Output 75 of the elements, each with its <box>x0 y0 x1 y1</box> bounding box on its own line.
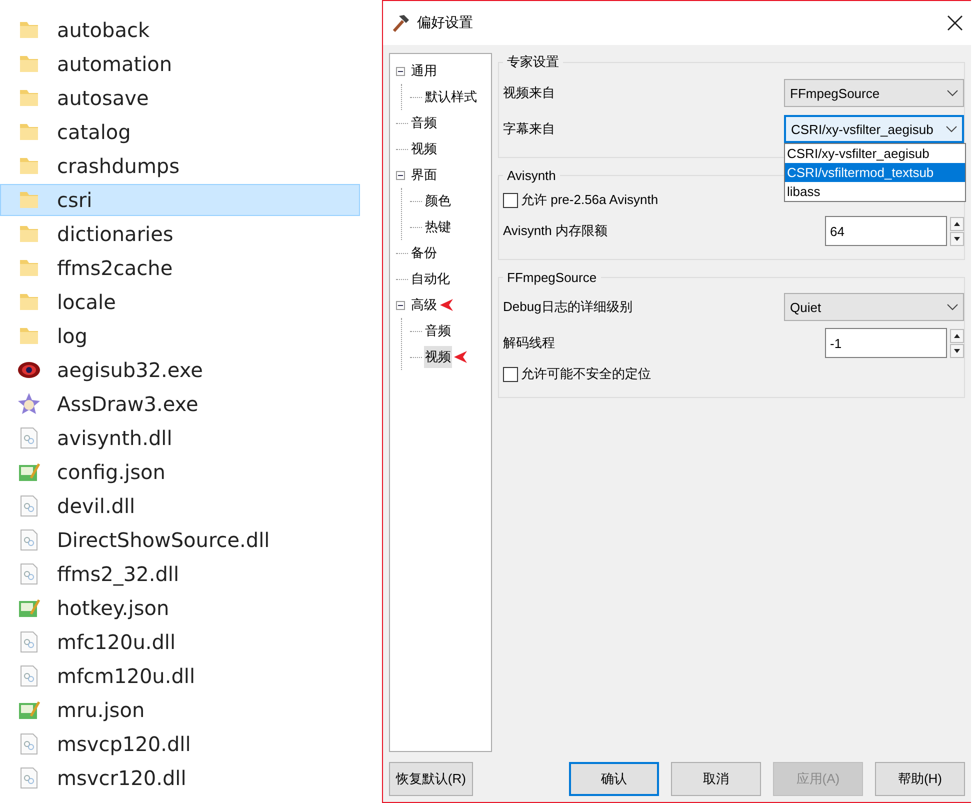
tree-item[interactable]: 视频 <box>424 346 452 368</box>
checkbox[interactable] <box>503 366 518 382</box>
checkbox[interactable] <box>503 192 518 208</box>
file-row[interactable]: csri <box>0 184 360 216</box>
spin-down-icon[interactable] <box>950 344 964 358</box>
tree-item[interactable]: 通用 <box>410 60 438 82</box>
tree-item[interactable]: 颜色 <box>424 190 452 212</box>
arrow-icon <box>440 299 454 311</box>
file-row[interactable]: mfcm120u.dll <box>0 660 360 692</box>
file-row[interactable]: mru.json <box>0 694 360 726</box>
dropdown[interactable]: Quiet <box>784 293 964 321</box>
tree-item[interactable]: 界面 <box>410 164 438 186</box>
spin-up-icon[interactable] <box>950 328 964 342</box>
dropdown-option[interactable]: libass <box>785 182 965 201</box>
file-row[interactable]: log <box>0 320 360 352</box>
collapse-toggle[interactable] <box>396 170 408 180</box>
tree-item[interactable]: 高级 <box>410 294 438 316</box>
checkbox-label: 允许可能不安全的定位 <box>521 365 651 383</box>
tree-item[interactable]: 自动化 <box>410 268 451 290</box>
chevron-icon <box>946 126 957 132</box>
close-icon[interactable] <box>947 15 963 31</box>
dropdown[interactable]: CSRI/xy-vsfilter_aegisub <box>784 115 964 143</box>
field-label: 视频来自 <box>503 84 555 102</box>
chevron-icon <box>947 90 958 96</box>
file-row[interactable]: ffms2_32.dll <box>0 558 360 590</box>
file-row[interactable]: catalog <box>0 116 360 148</box>
star-icon <box>17 392 41 416</box>
file-row[interactable]: crashdumps <box>0 150 360 182</box>
arrow-icon <box>454 351 468 363</box>
number-field[interactable]: 64 <box>825 216 947 246</box>
file-row[interactable]: hotkey.json <box>0 592 360 624</box>
tree-item[interactable]: 视频 <box>410 138 438 160</box>
number-field[interactable]: -1 <box>825 328 947 358</box>
tree-item[interactable]: 音频 <box>424 320 452 342</box>
field-label: 字幕来自 <box>503 120 555 138</box>
file-row[interactable]: msvcr120.dll <box>0 762 360 794</box>
spin-down-icon[interactable] <box>950 232 964 246</box>
field-label: Debug日志的详细级别 <box>503 298 632 316</box>
field-label: Avisynth 内存限额 <box>503 222 608 240</box>
file-row[interactable]: avisynth.dll <box>0 422 360 454</box>
file-row[interactable]: locale <box>0 286 360 318</box>
file-row[interactable]: msvcp120.dll <box>0 728 360 760</box>
field-label: 解码线程 <box>503 334 555 352</box>
hammer-icon <box>391 13 411 33</box>
group-title: FFmpegSource <box>506 270 598 285</box>
file-row[interactable]: dictionaries <box>0 218 360 250</box>
tree-item[interactable]: 默认样式 <box>424 86 478 108</box>
dialog-button[interactable]: 确认 <box>568 762 659 796</box>
file-row[interactable]: AssDraw3.exe <box>0 388 360 420</box>
file-row[interactable]: ffms2cache <box>0 252 360 284</box>
dialog-button[interactable]: 帮助(H) <box>874 762 965 796</box>
group-title: Avisynth <box>506 168 557 183</box>
collapse-toggle[interactable] <box>396 300 408 310</box>
dialog-button[interactable]: 取消 <box>670 762 761 796</box>
group-title: 专家设置 <box>506 53 560 71</box>
checkbox-label: 允许 pre-2.56a Avisynth <box>521 191 658 209</box>
tree-item[interactable]: 备份 <box>410 242 438 264</box>
tree-item[interactable]: 热键 <box>424 216 452 238</box>
dialog-button[interactable]: 恢复默认(R) <box>389 762 473 796</box>
file-row[interactable]: DirectShowSource.dll <box>0 524 360 556</box>
file-row[interactable]: autosave <box>0 82 360 114</box>
tree-item[interactable]: 音频 <box>410 112 438 134</box>
window-title: 偏好设置 <box>417 14 474 32</box>
file-row[interactable]: automation <box>0 48 360 80</box>
chevron-icon <box>947 304 958 310</box>
file-row[interactable]: config.json <box>0 456 360 488</box>
file-row[interactable]: devil.dll <box>0 490 360 522</box>
dropdown-option[interactable]: CSRI/vsfiltermod_textsub <box>785 163 965 182</box>
file-row[interactable]: autoback <box>0 14 360 46</box>
collapse-toggle[interactable] <box>396 66 408 76</box>
file-row[interactable]: aegisub32.exe <box>0 354 360 386</box>
dropdown[interactable]: FFmpegSource <box>784 79 964 107</box>
file-row[interactable]: mfc120u.dll <box>0 626 360 658</box>
dropdown-option[interactable]: CSRI/xy-vsfilter_aegisub <box>785 144 965 163</box>
spin-up-icon[interactable] <box>950 216 964 230</box>
